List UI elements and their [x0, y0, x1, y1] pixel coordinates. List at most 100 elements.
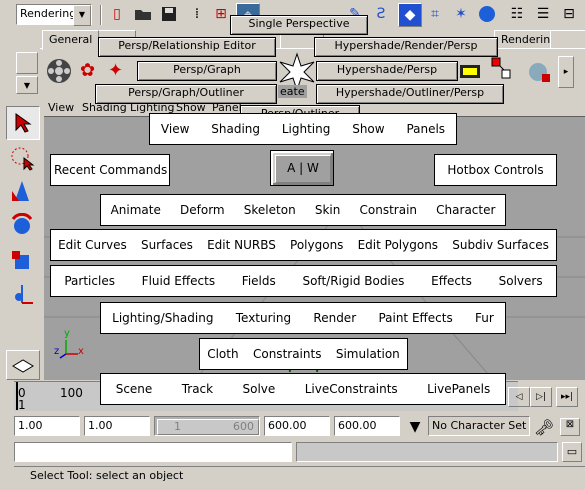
layout-hypershade-outliner-persp[interactable]: Hypershade/Outliner/Persp [316, 84, 504, 104]
hotbox-show[interactable]: Show [349, 122, 387, 136]
hotbox-fields[interactable]: Fields [239, 274, 279, 288]
command-line-input[interactable] [14, 442, 292, 462]
hotbox-particles[interactable]: Particles [61, 274, 118, 288]
shelf-menu-button[interactable] [16, 52, 38, 74]
channel-box-toggle-icon[interactable]: ☷ [506, 3, 528, 25]
view-axis-indicator: y x z [54, 328, 84, 360]
hotbox-fur[interactable]: Fur [472, 311, 497, 325]
red-shelf-icon-2[interactable]: ✦ [108, 60, 130, 82]
hotbox-soft-rigid-bodies[interactable]: Soft/Rigid Bodies [299, 274, 407, 288]
make-live-icon[interactable]: ✶ [450, 3, 472, 25]
hotbox-panels[interactable]: Panels [403, 122, 448, 136]
hotbox-scene[interactable]: Scene [113, 382, 156, 396]
hotbox-paint-effects[interactable]: Paint Effects [375, 311, 455, 325]
hotbox-render[interactable]: Render [310, 311, 359, 325]
hotbox-subdiv-surfaces[interactable]: Subdiv Surfaces [449, 238, 552, 252]
red-shelf-icon[interactable]: ✿ [80, 60, 102, 82]
color-swatch-icon[interactable] [490, 56, 514, 84]
snap-view-plane-icon[interactable]: ⌗ [424, 3, 446, 25]
selection-mask-icon[interactable]: ⁞ [186, 3, 208, 25]
hotbox-deform[interactable]: Deform [177, 203, 228, 217]
shelf-scroll-button[interactable]: ▸ [558, 56, 574, 88]
hotbox-edit-polygons[interactable]: Edit Polygons [355, 238, 441, 252]
step-forward-key-icon[interactable]: ▷| [530, 387, 552, 407]
attribute-editor-toggle-icon[interactable]: ⊟ [558, 3, 580, 25]
hotbox-lighting[interactable]: Lighting [279, 122, 334, 136]
layer-editor-toggle-icon[interactable]: ☰ [532, 3, 554, 25]
select-tool-icon[interactable] [6, 106, 40, 140]
scale-tool-icon[interactable] [6, 244, 38, 276]
hotbox-animate[interactable]: Animate [108, 203, 164, 217]
axis-y-label: y [64, 328, 70, 339]
range-slider[interactable]: 1 600 [154, 416, 260, 436]
render-globe-icon[interactable] [476, 3, 498, 25]
layout-hypershade-persp[interactable]: Hypershade/Persp [316, 61, 458, 81]
snap-point-icon[interactable]: ◆ [398, 3, 422, 27]
layout-persp-relationship-editor[interactable]: Persp/Relationship Editor [98, 37, 276, 57]
rotate-tool-icon[interactable] [6, 210, 38, 242]
hotbox-fluid-effects[interactable]: Fluid Effects [139, 274, 218, 288]
hotbox-cloth[interactable]: Cloth [204, 347, 241, 361]
new-scene-icon[interactable]: ▯ [106, 3, 128, 25]
panel-menu-view[interactable]: View [48, 101, 74, 114]
hotbox-texturing[interactable]: Texturing [233, 311, 294, 325]
current-time-marker[interactable] [16, 382, 18, 410]
hotbox-constraints[interactable]: Constraints [250, 347, 324, 361]
save-scene-icon[interactable] [158, 3, 180, 25]
step-back-icon[interactable]: ◁ [508, 387, 530, 407]
hotbox-edit-nurbs[interactable]: Edit NURBS [204, 238, 279, 252]
playback-start-field[interactable]: 1.00 [84, 416, 150, 436]
hotbox-controls[interactable]: Hotbox Controls [434, 154, 557, 186]
animation-start-field[interactable]: 1.00 [14, 416, 80, 436]
hotbox-recent-commands[interactable]: Recent Commands [50, 154, 170, 186]
tab-blank-3[interactable] [550, 30, 585, 49]
anim-prefs-icon[interactable]: ⊠ [560, 418, 580, 436]
hierarchy-mode-icon[interactable]: ⊞ [210, 3, 232, 25]
character-set-field[interactable]: No Character Set [428, 416, 530, 436]
range-dropdown-icon[interactable]: ▼ [404, 417, 426, 437]
render-sphere-icon[interactable] [526, 58, 554, 86]
shelf-options-button[interactable]: ▼ [16, 76, 38, 94]
hotbox-liveconstraints[interactable]: LiveConstraints [302, 382, 401, 396]
hotbox-livepanels[interactable]: LivePanels [424, 382, 493, 396]
hotbox-solvers[interactable]: Solvers [496, 274, 546, 288]
film-reel-icon[interactable] [44, 56, 74, 86]
tab-general-label: General [49, 33, 93, 46]
hotbox-effects[interactable]: Effects [428, 274, 475, 288]
animation-end-field[interactable]: 600.00 [334, 416, 400, 436]
move-tool-icon[interactable] [6, 176, 38, 208]
key-icon[interactable]: 🗝 [534, 418, 556, 437]
tab-rendering-label: Rendering [501, 33, 558, 46]
hotbox-constrain[interactable]: Constrain [357, 203, 421, 217]
hotbox-solve[interactable]: Solve [240, 382, 279, 396]
layout-hypershade-render-persp[interactable]: Hypershade/Render/Persp [314, 37, 498, 57]
hotbox-lighting-shading[interactable]: Lighting/Shading [109, 311, 216, 325]
quick-layout-icon[interactable] [6, 350, 40, 380]
layout-persp-graph[interactable]: Persp/Graph [137, 61, 277, 81]
go-to-end-icon[interactable]: ▸▸| [556, 387, 578, 407]
hotbox-track[interactable]: Track [179, 382, 216, 396]
hotbox-view[interactable]: View [158, 122, 192, 136]
lasso-tool-icon[interactable] [6, 142, 38, 174]
hotbox-skeleton[interactable]: Skeleton [241, 203, 299, 217]
hotbox-character[interactable]: Character [433, 203, 498, 217]
hotbox-edit-curves[interactable]: Edit Curves [55, 238, 130, 252]
hotbox-skin[interactable]: Skin [312, 203, 344, 217]
open-scene-icon[interactable] [132, 3, 154, 25]
range-slider-bar[interactable]: 1 600 [157, 419, 259, 435]
hotbox-polygons[interactable]: Polygons [287, 238, 346, 252]
hotbox-shading[interactable]: Shading [208, 122, 263, 136]
hotbox-surfaces[interactable]: Surfaces [138, 238, 196, 252]
manipulator-tool-icon[interactable] [6, 278, 38, 310]
layout-persp-graph-outliner[interactable]: Persp/Graph/Outliner [95, 84, 277, 104]
tab-general[interactable]: General [42, 30, 100, 50]
chevron-down-icon[interactable]: ▼ [73, 5, 91, 26]
hotbox-simulation[interactable]: Simulation [333, 347, 403, 361]
script-editor-icon[interactable]: ▭ [562, 442, 582, 462]
menu-set-dropdown[interactable]: Rendering ▼ [16, 4, 92, 26]
snap-curve-icon[interactable]: Ƨ [370, 3, 392, 25]
layout-single-perspective[interactable]: Single Perspective [230, 15, 368, 35]
hotbox-center-aw[interactable]: A | W [270, 150, 334, 186]
playback-end-field[interactable]: 600.00 [264, 416, 330, 436]
camera-shelf-icon[interactable] [458, 60, 486, 82]
